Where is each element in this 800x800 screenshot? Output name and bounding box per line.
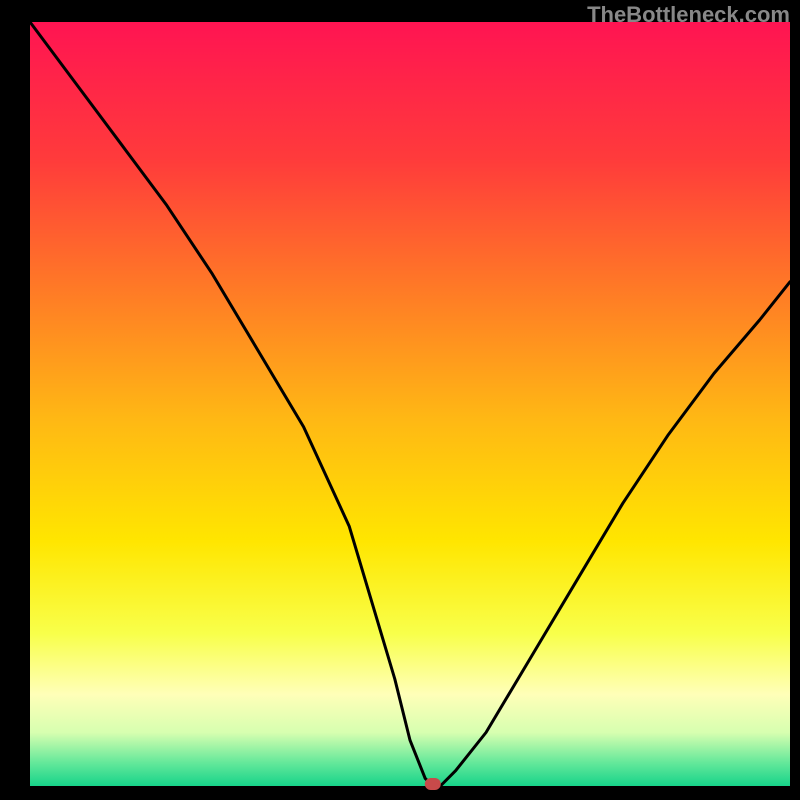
optimal-marker <box>425 778 441 790</box>
chart-frame: TheBottleneck.com <box>0 0 800 800</box>
bottleneck-chart <box>0 0 800 800</box>
watermark-text: TheBottleneck.com <box>587 2 790 28</box>
plot-background <box>30 22 790 786</box>
